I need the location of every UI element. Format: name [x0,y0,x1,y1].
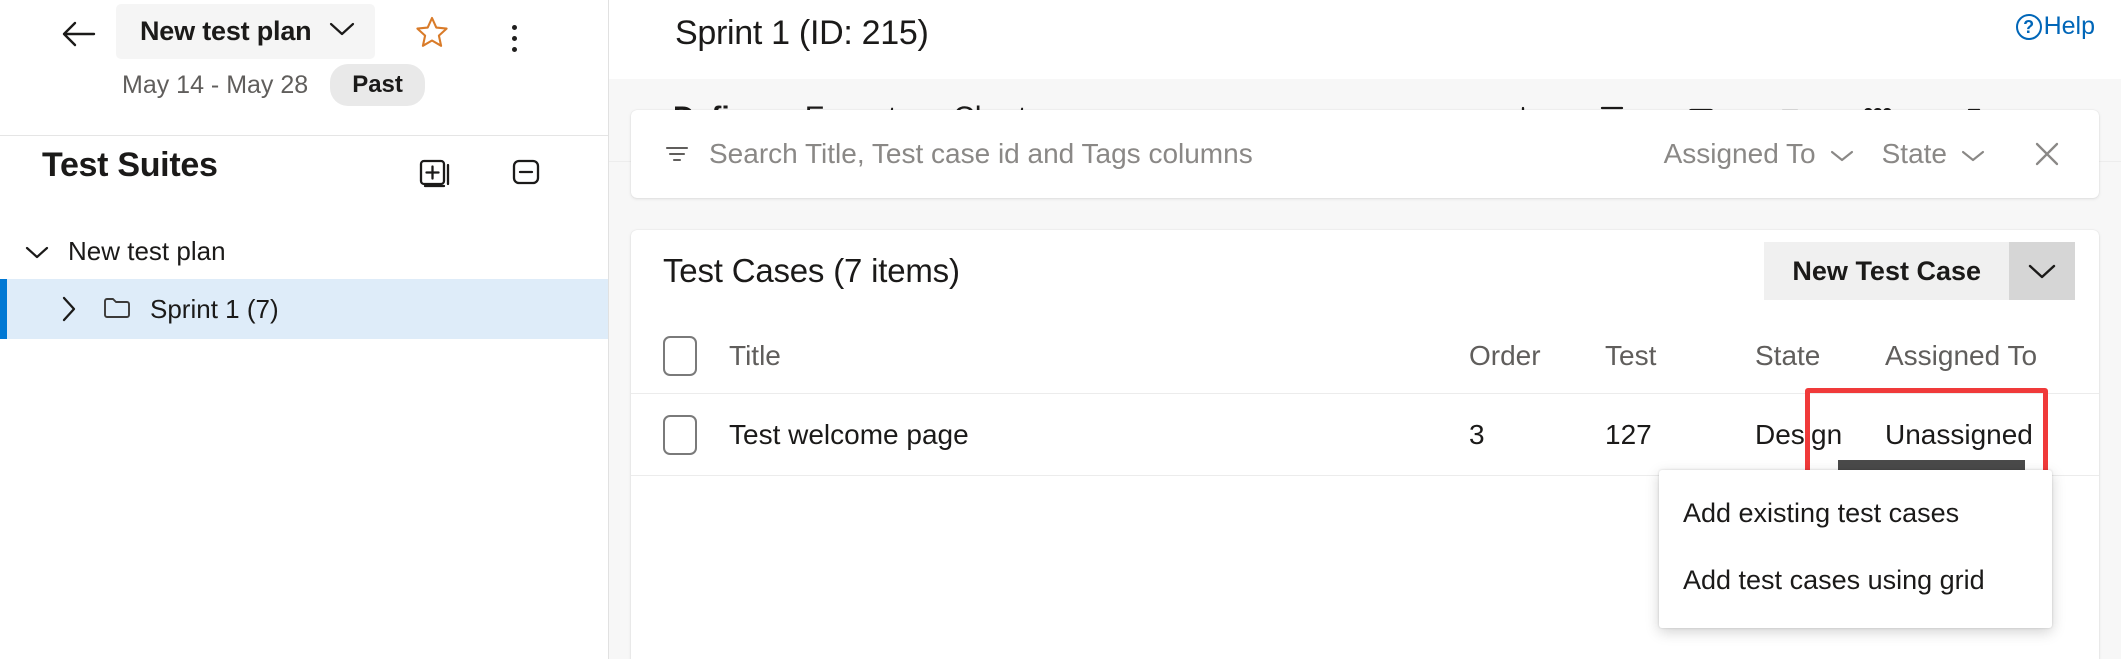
new-test-case-button[interactable]: New Test Case [1764,242,2009,300]
new-suite-icon [412,152,452,192]
plan-dates: May 14 - May 28 Past [122,64,425,106]
menu-item-add-test-cases-using-grid[interactable]: Add test cases using grid [1659,547,2052,614]
plan-name: New test plan [140,16,311,47]
collapse-all-icon [506,152,546,192]
test-plans-app: New test plan May 14 - May 28 [0,0,2121,659]
new-test-case-menu: Add existing test cases Add test cases u… [1659,470,2052,628]
chevron-down-icon [2027,262,2057,280]
help-link[interactable]: ? Help [2016,12,2095,41]
test-suites-header: Test Suites [0,136,608,218]
folder-icon [102,294,132,325]
left-pane: New test plan May 14 - May 28 [0,0,609,659]
state-label: State [1882,138,1947,170]
cell-title: Test welcome page [697,419,1469,451]
column-header-assigned-to[interactable]: Assigned To [1885,340,2099,372]
test-cases-grid-header: Title Order Test State Assigned To [631,318,2099,394]
test-suites-title: Test Suites [42,146,218,185]
row-checkbox[interactable] [663,415,697,455]
column-header-test[interactable]: Test [1605,340,1755,372]
filter-lines-icon[interactable] [655,139,699,169]
cell-assigned-to: Unassigned [1885,419,2099,451]
tree-item-label: Sprint 1 (7) [150,294,279,325]
chevron-down-icon[interactable] [22,244,52,260]
close-icon [2030,137,2064,171]
star-icon [414,15,450,50]
test-suites-tree: New test plan Sprint 1 (7) [0,218,608,339]
test-cases-header: Test Cases (7 items) New Test Case [631,230,2099,318]
chevron-right-icon[interactable] [54,295,84,323]
plan-date-range: May 14 - May 28 [122,71,308,100]
column-header-state[interactable]: State [1755,340,1885,372]
tree-item-sprint-1[interactable]: Sprint 1 (7) [0,279,608,339]
suite-title-bar: Sprint 1 (ID: 215) ? Help [609,0,2121,79]
cell-order: 3 [1469,419,1605,451]
column-header-title[interactable]: Title [697,340,1469,372]
chevron-down-icon [1830,138,1854,170]
new-test-case-split-button: New Test Case [1764,242,2075,300]
assigned-to-label: Assigned To [1664,138,1816,170]
page-title: Sprint 1 (ID: 215) [675,14,929,53]
chevron-down-icon [1961,138,1985,170]
chevron-down-icon [329,21,355,42]
column-header-order[interactable]: Order [1469,340,1605,372]
state-filter[interactable]: State [1868,132,1999,176]
question-circle-icon: ? [2016,14,2042,40]
search-input[interactable] [699,138,1650,170]
test-cases-title: Test Cases (7 items) [663,252,960,290]
new-test-case-dropdown-toggle[interactable] [2009,242,2075,300]
search-bar: Assigned To State [631,110,2099,198]
new-suite-button[interactable] [410,150,454,194]
menu-item-add-existing-test-cases[interactable]: Add existing test cases [1659,480,2052,547]
select-all-checkbox[interactable] [663,336,697,376]
clear-filters-button[interactable] [2021,128,2073,180]
test-suites-actions [410,150,548,194]
assigned-to-filter[interactable]: Assigned To [1650,132,1868,176]
plan-more-options-button[interactable] [492,16,536,60]
cell-state: Design [1755,419,1885,451]
favorite-button[interactable] [408,8,456,56]
help-label: Help [2044,12,2095,41]
tree-item-label: New test plan [68,236,226,267]
plan-header: New test plan May 14 - May 28 [0,0,608,136]
collapse-all-button[interactable] [504,150,548,194]
cell-test-id: 127 [1605,419,1755,451]
plan-status-badge: Past [330,64,425,106]
plan-selector[interactable]: New test plan [116,4,375,59]
tree-item-new-test-plan[interactable]: New test plan [0,224,608,279]
more-vertical-icon [512,25,517,52]
back-arrow-icon[interactable] [55,10,103,58]
